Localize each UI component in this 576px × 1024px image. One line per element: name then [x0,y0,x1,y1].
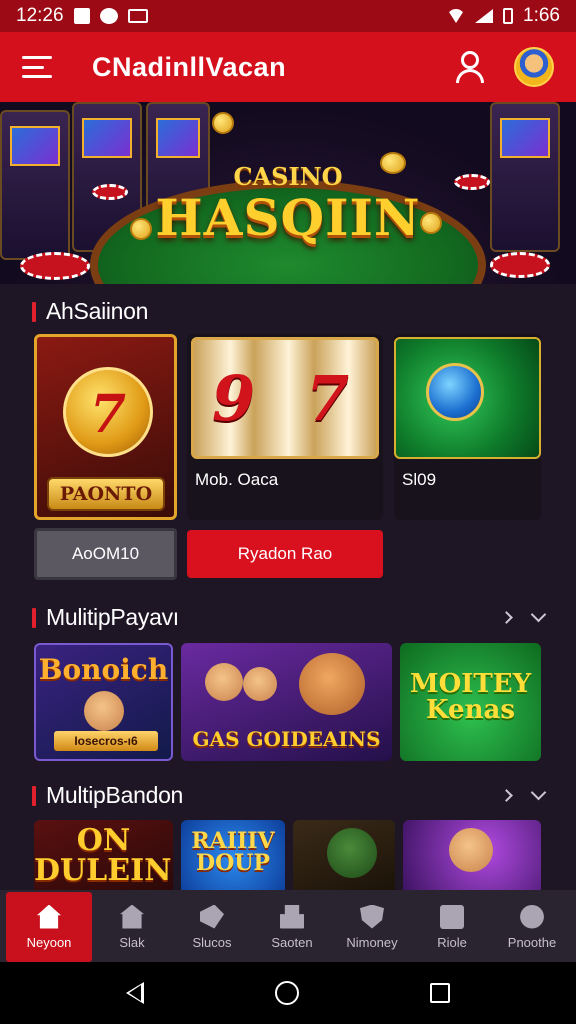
profile-icon[interactable] [450,47,490,87]
nav-item-riole[interactable]: Riole [412,892,492,962]
recent-apps-icon[interactable] [430,983,451,1003]
notification-icon [73,8,90,24]
chevron-down-icon[interactable] [530,784,547,801]
wifi-icon [447,9,466,23]
game-card-title: PAONTO [47,477,165,511]
game-card-moitey-kenas[interactable]: MOITEY Kenas [400,643,541,761]
status-left: 12:26 [16,5,148,27]
game-card-bonoich[interactable]: Bonoich Iosecros-ı6 [34,643,173,761]
secondary-button[interactable]: AoOM10 [34,528,177,580]
shield-icon [360,904,384,929]
section-header-multiplayer-2: MultipBandon [32,782,547,809]
game-card-elf[interactable] [403,820,541,895]
section-controls [500,606,547,624]
system-navigation [0,962,576,1024]
game-card-wolf[interactable] [293,820,395,895]
home-icon [37,904,61,929]
coin-image [212,112,234,134]
battery-icon [503,8,514,24]
tag-icon [200,904,224,929]
person-icon [520,904,544,929]
nav-item-slucos[interactable]: Slucos [172,892,252,962]
status-right: 1:66 [447,5,560,27]
section-title: MulitipPayavı [46,604,179,630]
game-card-label: Mob. Oaca [195,470,279,489]
nav-item-saoten[interactable]: Saoten [252,892,332,962]
character-image [84,691,124,731]
game-card-raiiiv-doup[interactable]: RAIIIV DOUP [181,820,285,895]
game-card-slots[interactable]: 9 7 Mob. Oaca [187,334,383,520]
app-title: CNadinllVacan [92,51,287,82]
game-card-slo9[interactable]: Sl09 [394,334,541,520]
game-card-subtitle: Iosecros-ı6 [54,731,158,751]
nav-item-nimoney[interactable]: Nimoney [332,892,412,962]
bank-icon [120,904,144,929]
status-bar: 12:26 1:66 [0,0,576,32]
app-bar: CNadinllVacan [0,32,576,102]
chevron-right-icon[interactable] [500,611,513,624]
chip-image [20,252,90,280]
status-time: 12:26 [16,5,64,26]
slot-reels-image: 9 7 [191,337,379,459]
section-accent-bar [32,785,36,806]
game-card-title: MOITEY Kenas [409,669,532,725]
status-clock: 1:66 [523,5,560,26]
chip-image [490,252,550,278]
chevron-right-icon[interactable] [500,789,513,802]
section-title: AhSaiinon [46,298,149,324]
elf-character-image [449,828,493,872]
game-card-title: Bonoich [38,653,169,686]
image-notification-icon [127,9,148,23]
hero-title: HASQIIN [155,188,421,247]
section-accent-bar [32,301,36,322]
game-card-title: RAIIIV DOUP [191,828,275,876]
section-controls [500,784,547,802]
section-header-multiplayer: MulitipPayavı [32,604,547,631]
fox-character-image [299,653,365,715]
section-title: MultipBandon [46,782,184,808]
character-image [243,667,277,701]
bottom-navigation: Neyoon Slak Slucos Saoten Nimoney Riole … [0,890,576,962]
hero-subtitle: CASINO [233,162,343,191]
section-header-featured: AhSaiinon [32,298,544,325]
back-icon[interactable] [125,982,144,1004]
character-image [205,663,243,701]
game-card-label: Sl09 [402,470,437,489]
nav-item-home[interactable]: Neyoon [6,892,92,962]
shield-notification-icon [99,8,118,24]
lucky-seven-icon: 7 [63,367,153,457]
play-now-button[interactable]: Ryadon Rao [187,530,383,578]
signal-icon [475,9,494,23]
nav-item-slak[interactable]: Slak [92,892,172,962]
hero-banner[interactable]: CASINO HASQIIN [0,102,576,284]
game-card-title: ON DULEINS [34,823,173,888]
nav-item-pnoothe[interactable]: Pnoothe [492,892,572,962]
avatar[interactable] [514,47,554,87]
menu-icon[interactable] [22,56,52,78]
section-accent-bar [32,607,36,628]
game-card-on-duleins[interactable]: ON DULEINS [34,820,173,895]
home-button-icon[interactable] [274,981,299,1005]
slot-art-image [394,337,541,459]
game-card-title: GAS GOIDEAINS [192,727,381,751]
game-card-paonto[interactable]: 7 PAONTO [34,334,177,520]
game-card-gas-goideains[interactable]: GAS GOIDEAINS [181,643,392,761]
lock-icon [280,904,304,929]
wolf-character-image [327,828,377,878]
chevron-down-icon[interactable] [530,606,547,623]
card-icon [440,904,464,929]
